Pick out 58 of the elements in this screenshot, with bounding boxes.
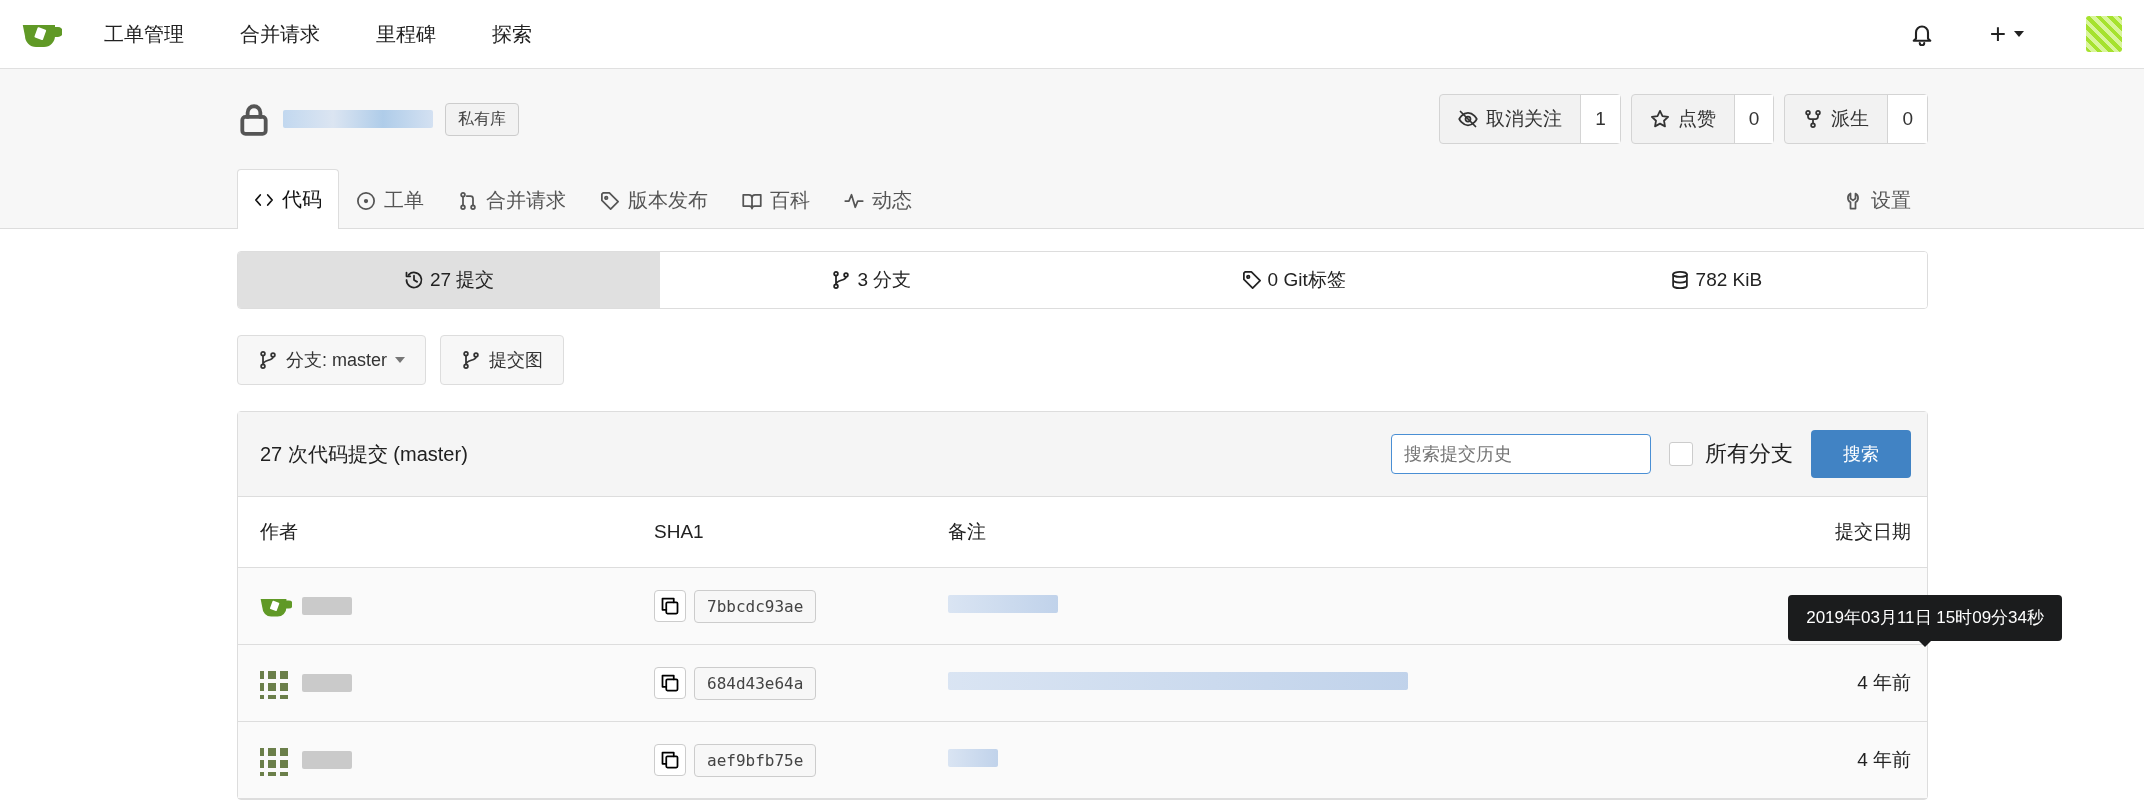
nav-link[interactable]: 探索 (464, 20, 560, 48)
branch-icon (461, 350, 481, 370)
sha-link[interactable]: 7bbcdc93ae (694, 589, 817, 623)
branch-icon (258, 350, 278, 370)
date-tooltip: 2019年03月11日 15时09分34秒 (1788, 595, 2062, 641)
search-field[interactable]: 搜索提交历史 (1391, 434, 1651, 474)
repo-tab[interactable]: 版本发布 (583, 171, 725, 229)
history-icon (403, 270, 424, 290)
commit-date: 4 年前 (1857, 749, 1911, 770)
sha-link[interactable]: aef9bfb75e (694, 743, 817, 777)
tag-icon (600, 190, 620, 211)
private-badge: 私有库 (445, 102, 519, 136)
nav-link[interactable]: 里程碑 (348, 20, 464, 48)
copy-button[interactable] (654, 667, 686, 699)
commit-date: 4 年前 (1857, 672, 1911, 693)
settings-tab[interactable]: 设置 (1826, 171, 1928, 229)
star-button[interactable]: 点赞 0 (1630, 94, 1775, 144)
column-header: 提交日期 (1834, 520, 1911, 544)
branch-icon (831, 270, 852, 290)
eye-slash-icon (1458, 109, 1479, 129)
repo-tab[interactable]: 代码 (237, 169, 339, 229)
copy-icon (660, 596, 680, 616)
graph-button[interactable]: 提交图 (440, 335, 564, 385)
sha-link[interactable]: 684d43e64a (694, 666, 817, 700)
search-button[interactable]: 搜索 (1811, 430, 1911, 478)
copy-button[interactable] (654, 590, 686, 622)
nav-link[interactable]: 工单管理 (76, 20, 212, 48)
table-title: 27 次代码提交 (master) (260, 441, 469, 467)
copy-icon (660, 750, 680, 770)
redacted-text (302, 751, 352, 769)
column-header: 备注 (948, 520, 987, 544)
watch-button[interactable]: 取消关注 1 (1439, 94, 1621, 144)
checkbox-label: 所有分支 (1705, 440, 1793, 468)
repo-tab[interactable]: 动态 (827, 171, 929, 229)
star-icon (1649, 109, 1670, 129)
lock-icon (237, 102, 271, 136)
nav-link[interactable]: 合并请求 (212, 20, 348, 48)
tag-icon (1241, 270, 1262, 290)
create-menu[interactable]: + (1983, 17, 2030, 51)
tooltip-arrow-icon (1919, 641, 1932, 647)
fork-icon (1803, 109, 1824, 129)
repo-tab[interactable]: 百科 (725, 171, 827, 229)
checkbox[interactable] (1669, 442, 1693, 466)
fork-button[interactable]: 派生 0 (1784, 94, 1928, 144)
stat-tab[interactable]: 27 提交 (238, 252, 661, 308)
column-header: 作者 (260, 520, 299, 544)
circle-dot-icon (356, 190, 376, 211)
database-icon (1669, 270, 1690, 290)
repo-tab[interactable]: 合并请求 (441, 171, 583, 229)
pull-request-icon (458, 190, 478, 211)
redacted-text (302, 674, 352, 692)
copy-button[interactable] (654, 744, 686, 776)
repo-tab[interactable]: 工单 (339, 171, 441, 229)
column-header: SHA1 (654, 521, 705, 543)
branch-dropdown[interactable]: 分支: master (237, 335, 426, 385)
copy-icon (660, 673, 680, 693)
redacted-text (302, 597, 352, 615)
redacted-text (948, 748, 998, 767)
